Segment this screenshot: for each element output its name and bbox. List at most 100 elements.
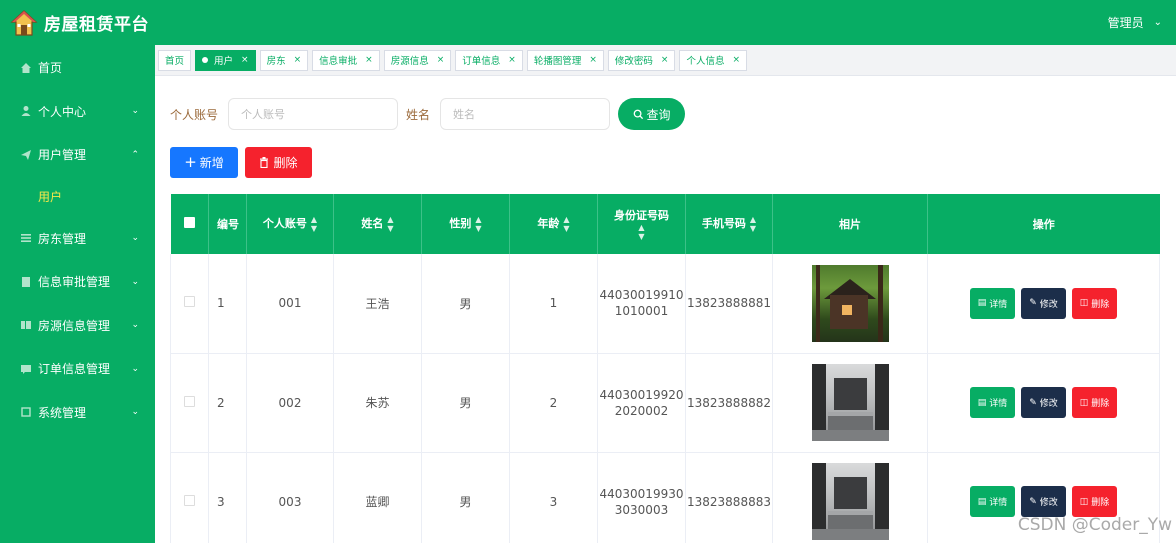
id-line-2: 1010001	[614, 304, 669, 319]
account-search-input[interactable]	[228, 98, 399, 130]
cell-no: 2	[208, 353, 247, 453]
select-all-cell[interactable]	[170, 194, 209, 254]
row-checkbox[interactable]	[184, 296, 195, 308]
col-header-gender[interactable]: 性别 ▲ ▼	[421, 194, 510, 254]
tab-order[interactable]: 订单信息 ×	[455, 49, 523, 71]
sidebar-item-personal-center[interactable]: 个人中心 ⌄	[0, 90, 155, 134]
detail-button-label: 详情	[989, 399, 1008, 409]
cell-photo	[772, 254, 928, 354]
cell-id-number: 44030019910 1010001	[597, 254, 686, 354]
batch-delete-button[interactable]: 删除	[245, 147, 312, 178]
users-table: 编号 个人账号 ▲ ▼ 姓名 ▲ ▼ 性别 ▲ ▼ 年龄 ▲ ▼ 身份证号码 ▲ ▼ 手机号码 ▲ ▼ …	[170, 194, 1160, 543]
chevron-down-icon: ⌄	[131, 363, 139, 374]
chevron-down-icon: ⌄	[131, 276, 139, 287]
tab-carousel[interactable]: 轮播图管理 ×	[526, 49, 604, 71]
sort-icon[interactable]: ▲ ▼	[475, 215, 481, 233]
close-icon[interactable]: ×	[589, 55, 597, 65]
select-all-checkbox[interactable]	[183, 217, 195, 228]
col-header-phone[interactable]: 手机号码 ▲ ▼	[685, 194, 773, 254]
table-header-row: 编号 个人账号 ▲ ▼ 姓名 ▲ ▼ 性别 ▲ ▼ 年龄 ▲ ▼ 身份证号码 ▲ ▼ 手机号码 ▲ ▼ …	[170, 194, 1160, 254]
close-icon[interactable]: ×	[241, 55, 249, 65]
tab-label: 订单信息	[462, 56, 501, 67]
admin-menu[interactable]: 管理员 ⌄	[1108, 0, 1162, 45]
col-header-age[interactable]: 年龄 ▲ ▼	[509, 194, 598, 254]
sort-icon[interactable]: ▲ ▼	[638, 223, 644, 241]
sidebar-item-listing-management[interactable]: 房源信息管理 ⌄	[0, 304, 155, 348]
sort-icon[interactable]: ▲ ▼	[387, 215, 393, 233]
close-icon[interactable]: ×	[661, 55, 669, 65]
detail-button[interactable]: ▤ 详情	[969, 287, 1016, 319]
tab-home[interactable]: 首页	[158, 49, 192, 71]
close-icon[interactable]: ×	[508, 55, 516, 65]
sidebar-item-label: 首页	[38, 61, 63, 76]
cell-id-number: 44030019920 2020002	[597, 353, 686, 453]
search-form: 个人账号 姓名 查询	[170, 98, 686, 130]
active-dot-icon	[202, 57, 209, 63]
close-icon[interactable]: ×	[365, 55, 373, 65]
sidebar-item-user-management[interactable]: 用户管理 ⌃	[0, 133, 155, 177]
row-checkbox-cell[interactable]	[170, 254, 209, 354]
tab-landlord[interactable]: 房东 ×	[259, 49, 309, 71]
edit-button[interactable]: ✎ 修改	[1021, 387, 1066, 418]
delete-button[interactable]: ◫ 删除	[1071, 287, 1118, 319]
cell-account: 002	[246, 353, 334, 453]
col-header-name[interactable]: 姓名 ▲ ▼	[333, 194, 422, 254]
cell-id-number: 44030019930 3030003	[597, 452, 686, 543]
query-button[interactable]: 查询	[618, 98, 686, 130]
cell-name: 王浩	[333, 254, 422, 354]
document-icon: ▤	[977, 397, 987, 408]
forest-cabin-photo[interactable]	[811, 264, 889, 342]
bedroom-photo[interactable]	[811, 463, 889, 540]
cell-name: 朱苏	[333, 353, 422, 453]
plus-icon: +	[184, 153, 197, 171]
col-header-label: 个人账号	[262, 217, 307, 230]
edit-button[interactable]: ✎ 修改	[1021, 486, 1066, 517]
sidebar-item-approval-management[interactable]: 信息审批管理 ⌄	[0, 260, 155, 304]
sort-icon[interactable]: ▲ ▼	[750, 215, 756, 233]
row-checkbox[interactable]	[184, 395, 195, 407]
sidebar-subitem-user[interactable]: 用户	[0, 177, 155, 217]
id-line-2: 2020002	[614, 403, 669, 418]
sidebar-item-system-management[interactable]: 系统管理 ⌄	[0, 391, 155, 435]
close-icon[interactable]: ×	[732, 55, 740, 65]
tab-user[interactable]: 用户 ×	[195, 49, 256, 71]
delete-button[interactable]: ◫ 删除	[1071, 486, 1118, 517]
table-row: 3 003 蓝卿 男 3 44030019930 3030003 13823888…	[170, 452, 1160, 543]
delete-button[interactable]: ◫ 删除	[1071, 387, 1118, 418]
sort-icon[interactable]: ▲ ▼	[311, 215, 317, 233]
tab-change-password[interactable]: 修改密码 ×	[607, 49, 676, 71]
list-icon	[19, 232, 32, 245]
row-checkbox-cell[interactable]	[170, 452, 209, 543]
bedroom-photo[interactable]	[811, 364, 889, 441]
tab-listing[interactable]: 房源信息 ×	[383, 49, 452, 71]
cell-account: 003	[246, 452, 334, 543]
sidebar-item-landlord-management[interactable]: 房东管理 ⌄	[0, 217, 155, 261]
add-button[interactable]: + 新增	[170, 147, 238, 178]
add-button-label: 新增	[199, 156, 224, 170]
col-header-account[interactable]: 个人账号 ▲ ▼	[246, 194, 334, 254]
send-icon	[19, 148, 32, 161]
col-header-label: 姓名	[361, 217, 384, 230]
sort-icon[interactable]: ▲ ▼	[563, 215, 569, 233]
pencil-icon: ✎	[1029, 397, 1037, 408]
sidebar-item-order-management[interactable]: 订单信息管理 ⌄	[0, 347, 155, 391]
close-icon[interactable]: ×	[294, 55, 302, 65]
detail-button[interactable]: ▤ 详情	[969, 387, 1016, 418]
brand[interactable]: 房屋租赁平台	[0, 9, 149, 37]
edit-button[interactable]: ✎ 修改	[1021, 287, 1066, 319]
cell-age: 3	[509, 452, 598, 543]
close-icon[interactable]: ×	[437, 55, 445, 65]
name-search-input[interactable]	[440, 98, 611, 130]
detail-button[interactable]: ▤ 详情	[969, 486, 1016, 517]
chevron-down-icon: ⌄	[131, 320, 139, 331]
cell-no: 3	[208, 452, 247, 543]
col-header-id-number[interactable]: 身份证号码 ▲ ▼	[597, 194, 686, 254]
tab-profile[interactable]: 个人信息 ×	[679, 49, 748, 71]
sidebar-item-home[interactable]: 首页	[0, 46, 155, 90]
table-row: 1 001 王浩 男 1 44030019910 1010001 13823888…	[170, 254, 1160, 354]
tab-label: 轮播图管理	[533, 56, 582, 67]
tab-approval[interactable]: 信息审批 ×	[312, 49, 380, 71]
document-icon: ▤	[977, 496, 987, 507]
row-checkbox-cell[interactable]	[170, 353, 209, 453]
row-checkbox[interactable]	[184, 494, 195, 506]
